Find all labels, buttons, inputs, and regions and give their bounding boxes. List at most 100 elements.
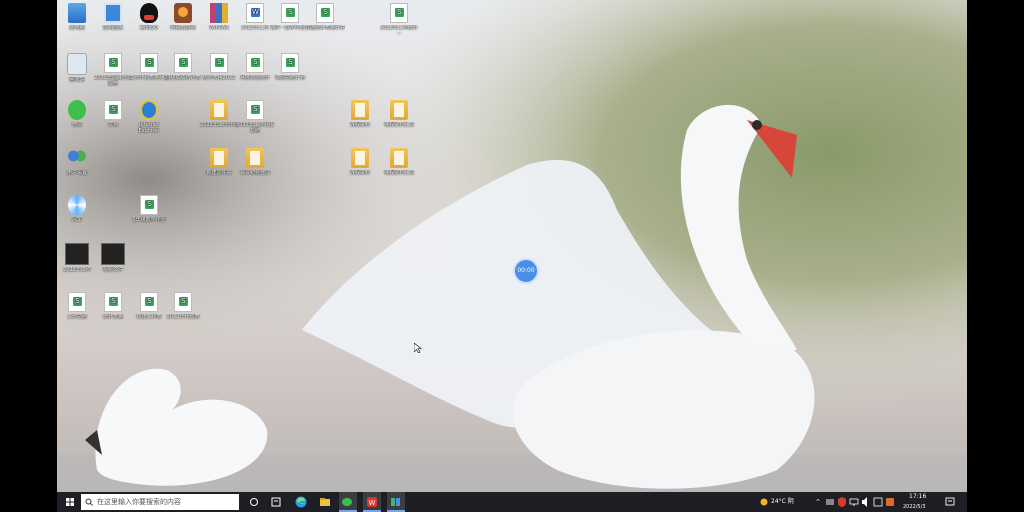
- desktop-icon[interactable]: 课件···数学作业一: [270, 3, 310, 37]
- desktop-icon-label: 课题总结计划: [274, 75, 305, 81]
- security-shield-icon[interactable]: [837, 492, 847, 512]
- pinwheel-icon: [68, 195, 86, 215]
- desktop-icon[interactable]: 班级成绩统计表: [163, 53, 203, 87]
- tray-app-icon[interactable]: [825, 492, 835, 512]
- desktop-icon[interactable]: 工作总结: [57, 292, 97, 326]
- desktop-icon[interactable]: Internet Explorer: [129, 100, 169, 134]
- desktop-icon-label: 文档: [107, 122, 118, 128]
- panel-icon: [104, 3, 122, 23]
- desktop-icon-label: 回收站: [69, 77, 85, 83]
- desktop-icon[interactable]: 2022年计划表: [163, 292, 203, 326]
- desktop-icon[interactable]: 课题总结计划: [270, 53, 310, 87]
- desktop-icon[interactable]: 课程资料: [340, 100, 380, 134]
- desktop-icon[interactable]: 用户设置: [57, 148, 97, 182]
- desktop-icon-label: Internet Explorer: [138, 122, 160, 134]
- desktop-icon-label: 2022年工作汇报总结: [236, 122, 274, 134]
- folder-icon: [390, 100, 408, 120]
- desktop-icon[interactable]: 微信: [57, 100, 97, 134]
- desktop-icon-label: 班级成绩统计表: [165, 75, 201, 81]
- desktop-icon[interactable]: 文档: [93, 100, 133, 134]
- desktop-icon-label: 课件···数学作业一: [270, 25, 310, 31]
- recording-timer-badge[interactable]: 00:00: [513, 258, 539, 284]
- desktop-icon[interactable]: 2022年工作: [57, 243, 97, 279]
- task-view-icon[interactable]: [269, 492, 283, 512]
- desktop-icon[interactable]: 此电脑: [57, 3, 97, 37]
- wechat-icon: [68, 100, 86, 120]
- sheet-icon: [281, 53, 299, 73]
- input-method-icon[interactable]: [885, 492, 895, 512]
- desktop-icon[interactable]: 数据统计表格计算: [305, 3, 345, 37]
- desktop-icon-label: WinRAR: [209, 25, 229, 31]
- network-icon[interactable]: [849, 492, 859, 512]
- desktop-icon[interactable]: 视频文件: [93, 243, 133, 279]
- desktop-icon-label: 网易云游戏: [170, 25, 196, 31]
- desktop-icon-label: 会议纪要整理: [239, 170, 270, 176]
- sheet-icon: [140, 292, 158, 312]
- file-explorer-icon[interactable]: [317, 492, 333, 512]
- desktop-icon-label: 2022年工作: [63, 267, 91, 273]
- desktop-screen: 此电脑控制面板腾讯QQ网易云游戏WinRAR2022年工作课件···数学作业一数…: [57, 0, 967, 512]
- bin-icon: [67, 53, 87, 75]
- desktop-icon-label: 视频文件: [102, 267, 123, 273]
- edge-browser-icon[interactable]: [293, 492, 309, 512]
- video-icon: [65, 243, 89, 265]
- desktop-icon-label: 用户设置: [66, 170, 87, 176]
- sheet-icon: [281, 3, 299, 23]
- desktop-icon[interactable]: 统计表格2022: [199, 53, 239, 87]
- start-button[interactable]: [61, 492, 79, 512]
- clock-date[interactable]: 2022/5/3: [903, 497, 925, 512]
- desktop-icon-label: 2022年工作统计···: [380, 25, 418, 37]
- sheet-icon: [210, 53, 228, 73]
- desktop-icon[interactable]: 网易云游戏: [163, 3, 203, 37]
- folder-icon: [351, 148, 369, 168]
- pc-icon: [68, 3, 86, 23]
- desktop-icon[interactable]: 课程资料: [340, 148, 380, 182]
- sheet-icon: [104, 53, 122, 73]
- taskbar-search-box[interactable]: 在这里输入你要搜索的内容: [81, 494, 239, 510]
- desktop-icon-label: 月度数据统计: [239, 75, 270, 81]
- desktop-icon-label: 2022年计划表: [166, 314, 200, 320]
- folder-icon: [351, 100, 369, 120]
- desktop-icon[interactable]: 课程资料汇总: [379, 148, 419, 182]
- desktop-icon-label: 微信: [71, 122, 82, 128]
- desktop-icon[interactable]: 2022年工作: [235, 3, 275, 37]
- weather-sun-icon[interactable]: [759, 492, 769, 512]
- desktop-icon[interactable]: 会议纪要整理: [235, 148, 275, 182]
- desktop-icon[interactable]: 控制面板: [93, 3, 133, 37]
- desktop-icon[interactable]: 风车: [57, 195, 97, 229]
- video-icon: [101, 243, 125, 265]
- desktop-icon[interactable]: 月度数据统计: [235, 53, 275, 87]
- tray-overflow-chevron-icon[interactable]: ⌃: [815, 492, 821, 512]
- desktop-icon[interactable]: 统计表格: [93, 292, 133, 326]
- volume-icon[interactable]: [861, 492, 871, 512]
- desktop-icon-label: 2022年工作: [241, 25, 269, 31]
- desktop-icon-label: 风车: [71, 217, 82, 223]
- wps-office-icon[interactable]: W: [363, 492, 381, 512]
- desktop-icon[interactable]: 2022年工作统计···: [379, 3, 419, 37]
- desktop-icon[interactable]: 1年级数学作业: [129, 195, 169, 229]
- search-placeholder: 在这里输入你要搜索的内容: [97, 498, 181, 506]
- cortana-icon[interactable]: [247, 492, 261, 512]
- folder-icon: [210, 100, 228, 120]
- weather-text[interactable]: 24°C 阴: [771, 492, 794, 512]
- desktop-icon[interactable]: 新建文件夹: [199, 148, 239, 182]
- notification-tray-icon[interactable]: [873, 492, 883, 512]
- sheet-icon: [140, 195, 158, 215]
- desktop-icon-label: 控制面板: [102, 25, 123, 31]
- desktop-icon[interactable]: 课程资料汇总: [379, 100, 419, 134]
- wechat-taskbar-icon[interactable]: [339, 492, 357, 512]
- desktop-icon-label: 数据统计表格计算: [305, 25, 345, 31]
- sheet-icon: [390, 3, 408, 23]
- desktop-icon[interactable]: 2022年工作汇报总结: [235, 100, 275, 134]
- action-center-icon[interactable]: [943, 492, 957, 512]
- folder-icon: [246, 148, 264, 168]
- desktop-icon[interactable]: 2022年工作计划: [199, 100, 239, 134]
- desktop-icon-label: 课程资料: [349, 170, 370, 176]
- taskbar: 在这里输入你要搜索的内容 W 24°C 阴 ⌃ 17:16 2022/5/3: [57, 492, 967, 512]
- recorder-app-icon[interactable]: [387, 492, 405, 512]
- desktop-icon[interactable]: 2022年项目分析报告: [93, 53, 133, 87]
- search-icon: [85, 498, 93, 506]
- desktop-icon[interactable]: 回收站: [57, 53, 97, 89]
- desktop-icon[interactable]: WinRAR: [199, 3, 239, 37]
- sheet-icon: [246, 100, 264, 120]
